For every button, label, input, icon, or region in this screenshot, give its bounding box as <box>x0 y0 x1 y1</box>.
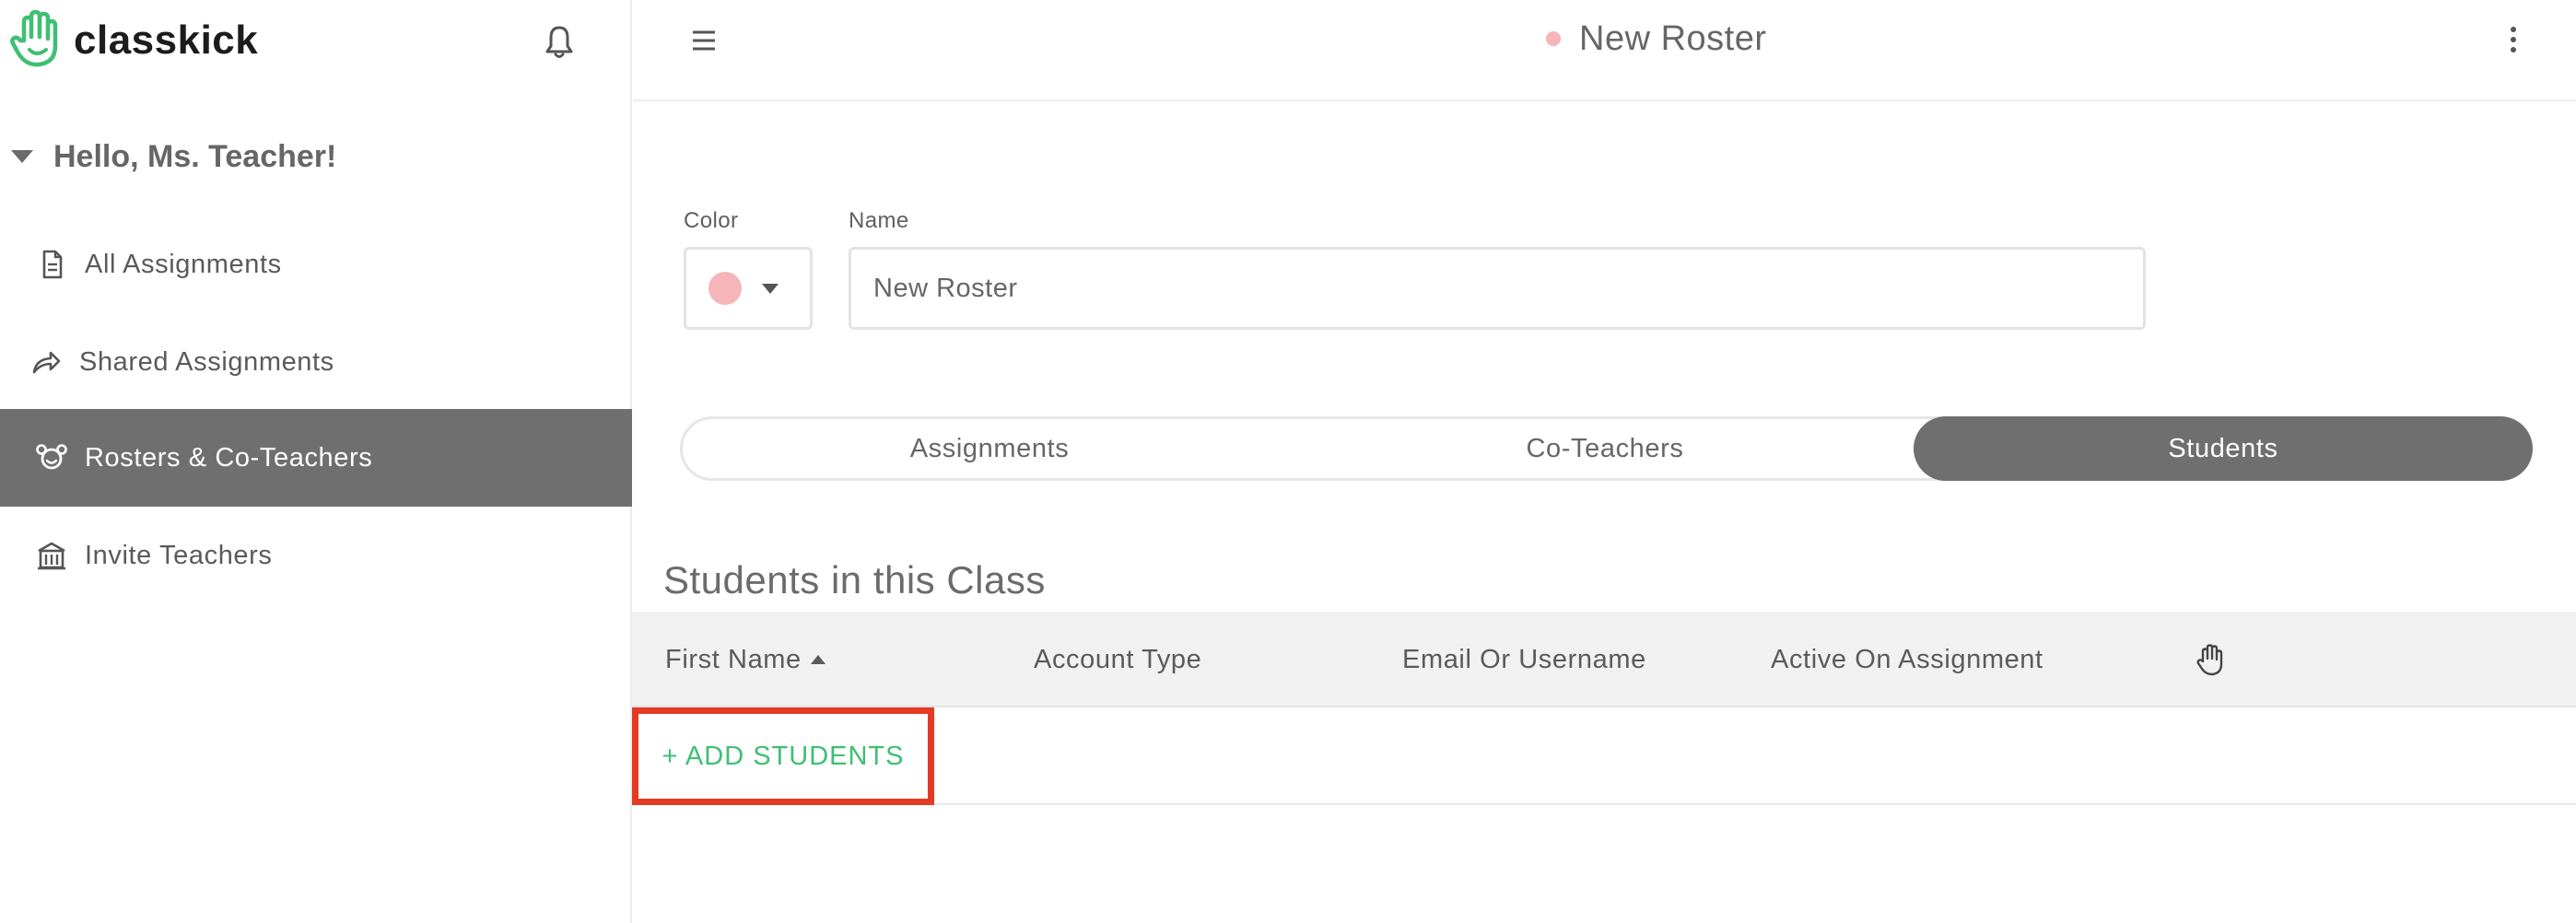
classkick-hand-logo-icon <box>9 9 64 73</box>
school-icon <box>33 537 70 574</box>
hamburger-menu-icon[interactable] <box>685 22 722 59</box>
sidebar-item-rosters[interactable]: Rosters & Co-Teachers <box>0 409 632 507</box>
color-swatch <box>708 272 742 305</box>
share-arrow-icon <box>28 344 64 380</box>
more-options-icon[interactable] <box>2504 20 2523 61</box>
column-header-email[interactable]: Email Or Username <box>1402 612 1646 707</box>
column-header-first-name[interactable]: First Name <box>665 612 825 707</box>
page-title-text: New Roster <box>1579 18 1767 58</box>
notifications-bell-icon[interactable] <box>542 24 577 61</box>
column-header-active-on-assignment[interactable]: Active On Assignment <box>1771 612 2043 707</box>
sidebar: classkick Hello, Ms. Teacher! All Assign… <box>0 0 632 923</box>
brand-logo[interactable]: classkick <box>9 9 259 73</box>
column-header-label: Email Or Username <box>1402 644 1646 674</box>
roster-tabs: Assignments Co-Teachers Students <box>680 416 2533 481</box>
students-table-header: First Name Account Type Email Or Usernam… <box>632 612 2576 707</box>
tab-co-teachers[interactable]: Co-Teachers <box>1296 416 1914 481</box>
sidebar-item-label: Invite Teachers <box>85 540 273 570</box>
raised-hand-icon[interactable] <box>2195 643 2226 676</box>
sidebar-item-all-assignments[interactable]: All Assignments <box>0 216 632 313</box>
column-header-label: Account Type <box>1034 644 1202 674</box>
name-label: Name <box>849 208 909 233</box>
add-students-button[interactable]: + ADD STUDENTS <box>632 707 934 805</box>
roster-color-dot <box>1546 31 1561 46</box>
tab-students[interactable]: Students <box>1914 416 2533 481</box>
column-header-account-type[interactable]: Account Type <box>1034 612 1201 707</box>
sidebar-item-label: All Assignments <box>85 249 282 279</box>
column-header-label: First Name <box>665 644 802 674</box>
sidebar-item-label: Rosters & Co-Teachers <box>85 442 373 473</box>
roster-icon <box>33 439 70 476</box>
roster-name-input[interactable] <box>849 247 2146 330</box>
top-bar: New Roster <box>634 0 2576 101</box>
sidebar-item-shared-assignments[interactable]: Shared Assignments <box>0 313 632 411</box>
section-title: Students in this Class <box>663 558 1046 602</box>
add-students-row: + ADD STUDENTS <box>632 707 2576 805</box>
tab-assignments[interactable]: Assignments <box>683 416 1296 481</box>
document-icon <box>33 246 70 283</box>
sidebar-item-invite-teachers[interactable]: Invite Teachers <box>0 507 632 604</box>
user-greeting-toggle[interactable]: Hello, Ms. Teacher! <box>0 129 632 184</box>
greeting-text: Hello, Ms. Teacher! <box>53 138 337 174</box>
caret-down-icon <box>11 150 33 163</box>
app-root: classkick Hello, Ms. Teacher! All Assign… <box>0 0 2576 923</box>
column-header-label: Active On Assignment <box>1771 644 2043 674</box>
brand-name: classkick <box>74 18 259 63</box>
page-title: New Roster <box>1546 13 1767 64</box>
chevron-down-icon <box>762 283 779 294</box>
sidebar-item-label: Shared Assignments <box>79 346 334 377</box>
sort-ascending-icon <box>810 655 825 664</box>
color-picker[interactable] <box>684 247 813 330</box>
color-label: Color <box>684 208 739 233</box>
